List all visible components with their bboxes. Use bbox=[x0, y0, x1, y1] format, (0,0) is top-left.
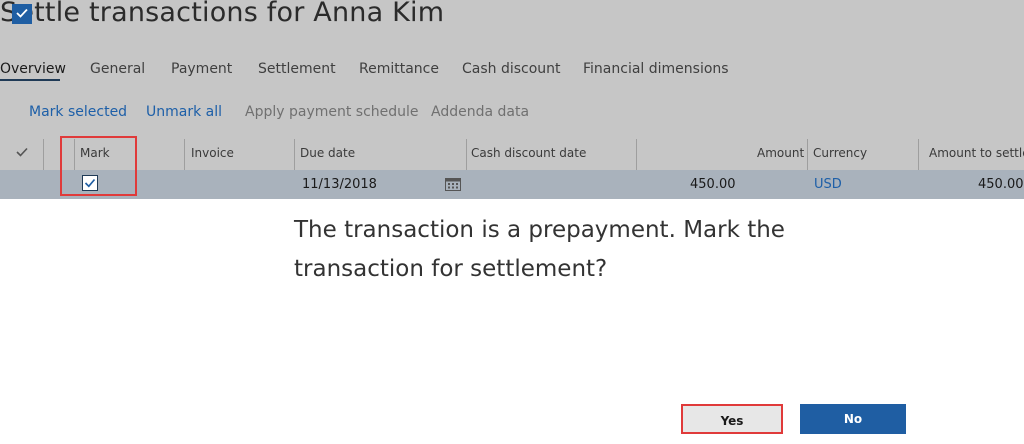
grid-header: Mark Invoice Due date Cash discount date… bbox=[0, 137, 1024, 169]
dialog-message: The transaction is a prepayment. Mark th… bbox=[294, 217, 785, 282]
tab-general[interactable]: General bbox=[90, 61, 145, 77]
tab-remittance[interactable]: Remittance bbox=[359, 61, 439, 77]
cell-amount: 450.00 bbox=[690, 177, 736, 192]
mark-column-highlight bbox=[60, 136, 137, 196]
mark-selected-button[interactable]: Mark selected bbox=[29, 104, 127, 120]
addenda-data-button[interactable]: Addenda data bbox=[431, 104, 529, 120]
table-row[interactable]: 11/13/2018 450.00 USD 450.00 bbox=[0, 170, 1024, 199]
tab-overview[interactable]: Overview bbox=[0, 61, 66, 77]
no-button[interactable]: No bbox=[800, 404, 906, 434]
column-header-invoice[interactable]: Invoice bbox=[191, 137, 234, 169]
tab-financial-dimensions[interactable]: Financial dimensions bbox=[583, 61, 729, 77]
column-header-due-date[interactable]: Due date bbox=[300, 137, 355, 169]
column-header-amount[interactable]: Amount bbox=[757, 137, 804, 169]
tab-payment[interactable]: Payment bbox=[171, 61, 232, 77]
cell-due-date[interactable]: 11/13/2018 bbox=[302, 170, 377, 199]
calendar-icon[interactable] bbox=[445, 176, 461, 191]
cell-amount-to-settle[interactable]: 450.00 bbox=[978, 170, 1024, 199]
active-tab-indicator bbox=[0, 79, 60, 81]
tab-settlement[interactable]: Settlement bbox=[258, 61, 336, 77]
apply-payment-schedule-button[interactable]: Apply payment schedule bbox=[245, 104, 419, 120]
yes-button[interactable]: Yes bbox=[681, 404, 783, 434]
page-title: Settle transactions for Anna Kim bbox=[0, 0, 445, 28]
column-header-cash-discount-date[interactable]: Cash discount date bbox=[471, 137, 586, 169]
tab-cash-discount[interactable]: Cash discount bbox=[462, 61, 561, 77]
unmark-all-button[interactable]: Unmark all bbox=[146, 104, 222, 120]
background-form: Settle transactions for Anna Kim Overvie… bbox=[0, 0, 1024, 199]
column-header-amount-to-settle[interactable]: Amount to settle bbox=[929, 137, 1024, 169]
column-header-currency[interactable]: Currency bbox=[813, 137, 867, 169]
row-selected-checkmark-icon[interactable] bbox=[12, 4, 32, 24]
cell-currency[interactable]: USD bbox=[814, 170, 842, 199]
